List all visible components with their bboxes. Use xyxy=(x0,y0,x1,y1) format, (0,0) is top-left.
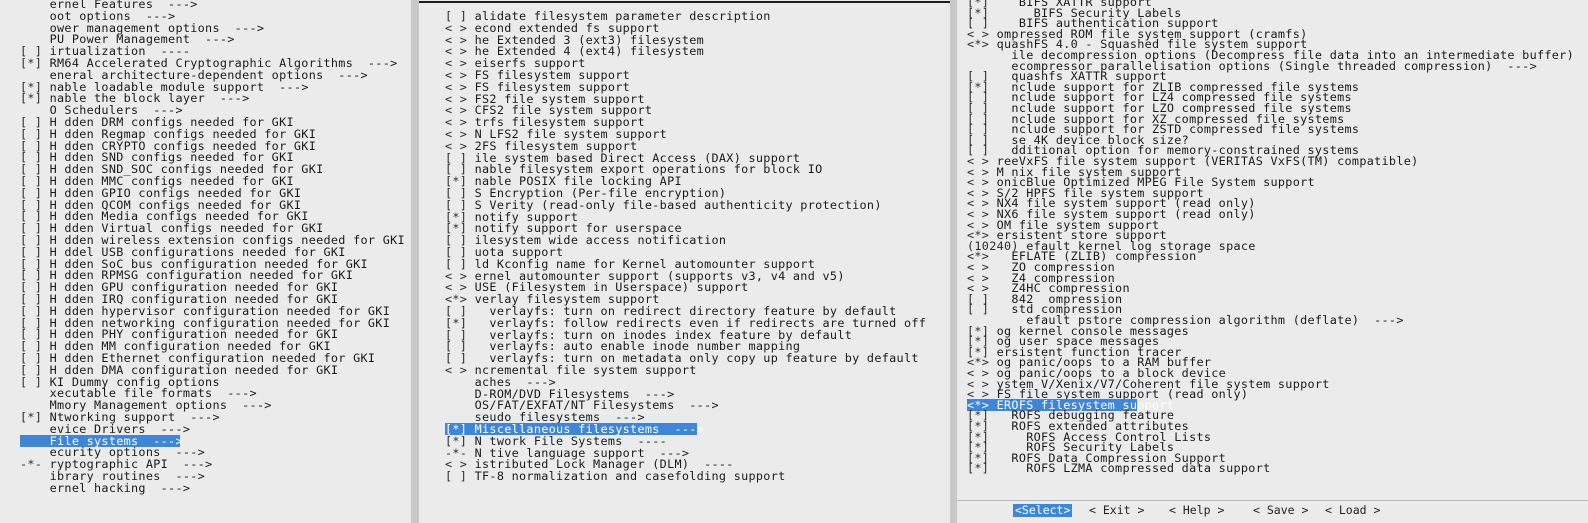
right-menu-pane: [*] BIFS XATTR support [*] BIFS Security … xyxy=(957,0,1588,523)
load-button-label: < Load > xyxy=(1325,503,1381,517)
menu-item[interactable]: [*] ROFS LZMA compressed data support xyxy=(967,462,1271,474)
load-button[interactable]: < Load > xyxy=(1325,504,1380,517)
menu-top-border xyxy=(419,1,950,3)
save-button-label: < Save > xyxy=(1253,503,1309,517)
menu-item-label: ROFS LZMA compressed data support xyxy=(996,461,1271,476)
select-button-label: <Select> xyxy=(1015,503,1071,517)
help-button-label: < Help > xyxy=(1169,503,1225,517)
middle-menu-pane: [ ] alidate filesystem parameter descrip… xyxy=(419,0,950,523)
menu-item-state xyxy=(20,481,50,495)
pane-divider xyxy=(411,0,419,523)
menu-item-state: [*] xyxy=(967,461,997,476)
menu-item[interactable]: [ ] TF-8 normalization and casefolding s… xyxy=(445,470,786,482)
menu-item-label: TF-8 normalization and casefolding suppo… xyxy=(474,469,786,484)
pane-divider xyxy=(950,0,957,523)
menu-item-label: ernel hacking ---> xyxy=(49,480,191,495)
dialog-button-bar: <Select> < Exit > < Help > < Save > < Load > xyxy=(957,500,1588,519)
save-button[interactable]: < Save > xyxy=(1253,504,1308,517)
menu-item[interactable]: ernel hacking ---> xyxy=(20,482,190,494)
exit-button-label: < Exit > xyxy=(1089,503,1145,517)
menu-item-state: [ ] xyxy=(445,469,475,484)
select-button[interactable]: <Select> xyxy=(1013,503,1073,517)
help-button[interactable]: < Help > xyxy=(1169,504,1224,517)
left-menu-pane: ernel Features ---> oot options ---> owe… xyxy=(0,0,411,523)
exit-button[interactable]: < Exit > xyxy=(1089,504,1144,517)
